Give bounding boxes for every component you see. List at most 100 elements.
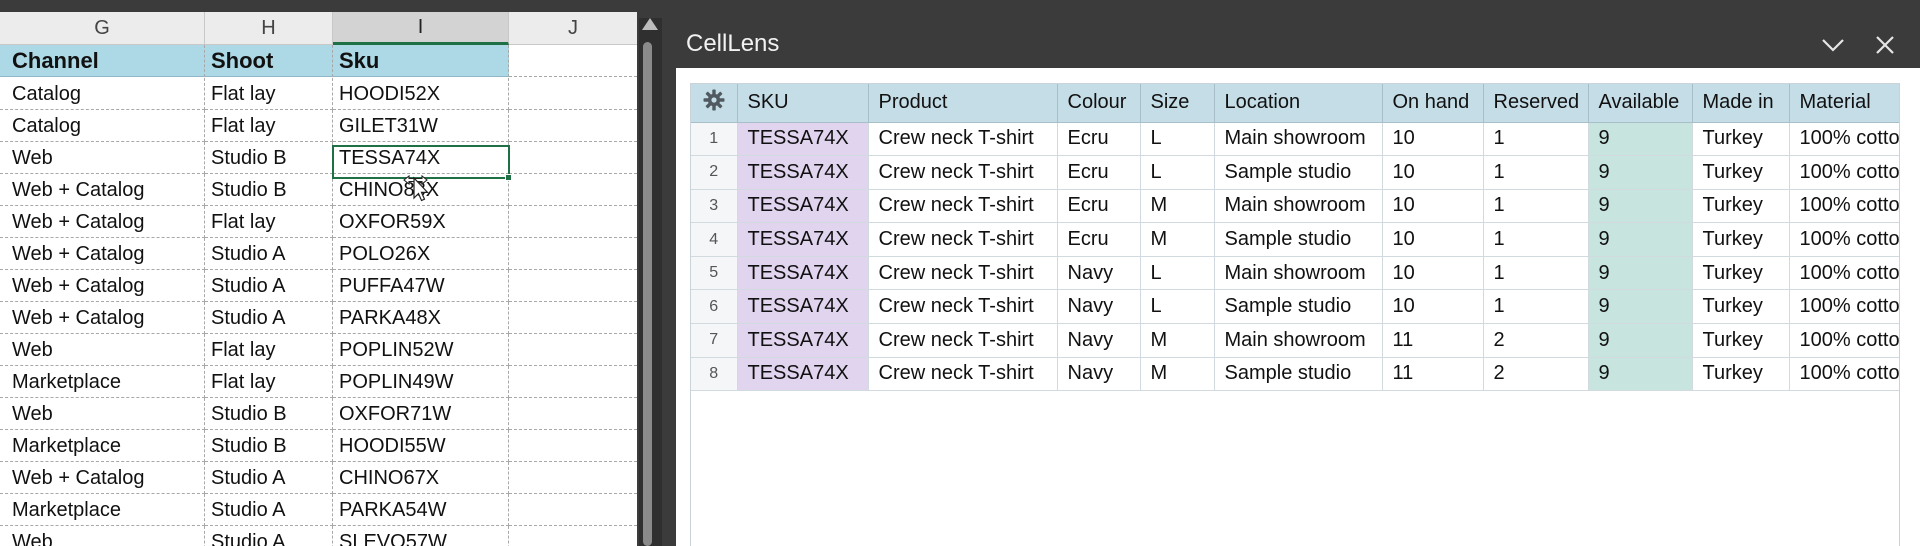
sheet-cell-channel[interactable]: Web + Catalog — [0, 206, 205, 238]
grid-cell-colour[interactable]: Navy — [1057, 357, 1141, 392]
grid-row[interactable]: 2 TESSA74X Crew neck T-shirt Ecru L Sample st… — [691, 155, 1899, 190]
sheet-cell-empty[interactable] — [509, 462, 637, 494]
sheet-cell-sku[interactable]: GILET31W — [333, 110, 509, 142]
grid-cell-size[interactable]: M — [1140, 189, 1215, 224]
sheet-cell-sku[interactable]: CHINO67X — [333, 462, 509, 494]
sheet-cell-empty[interactable] — [509, 110, 637, 142]
grid-cell-location[interactable]: Sample studio — [1214, 155, 1383, 190]
grid-row-number[interactable]: 8 — [691, 357, 738, 392]
grid-column-header-available[interactable]: Available — [1588, 84, 1693, 123]
sheet-cell-shoot[interactable]: Flat lay — [205, 78, 333, 110]
sheet-cell-channel[interactable]: Catalog — [0, 78, 205, 110]
sheet-cell-shoot[interactable]: Studio B — [205, 174, 333, 206]
grid-cell-reserved[interactable]: 1 — [1483, 222, 1589, 257]
grid-cell-material[interactable]: 100% cotto — [1789, 189, 1899, 224]
sheet-cell-sku[interactable]: POPLIN49W — [333, 366, 509, 398]
grid-cell-reserved[interactable]: 1 — [1483, 155, 1589, 190]
sheet-cell-shoot[interactable]: Studio A — [205, 270, 333, 302]
sheet-cell-shoot[interactable]: Studio A — [205, 462, 333, 494]
grid-cell-product[interactable]: Crew neck T-shirt — [868, 323, 1058, 358]
sheet-cell-channel[interactable]: Marketplace — [0, 366, 205, 398]
grid-cell-colour[interactable]: Navy — [1057, 289, 1141, 325]
header-cell-channel[interactable]: Channel — [0, 45, 205, 77]
grid-cell-made-in[interactable]: Turkey — [1692, 357, 1790, 392]
grid-cell-reserved[interactable]: 2 — [1483, 357, 1589, 392]
grid-cell-on-hand[interactable]: 10 — [1382, 222, 1484, 257]
sheet-cell-shoot[interactable]: Studio A — [205, 238, 333, 270]
grid-cell-material[interactable]: 100% cotto — [1789, 222, 1899, 257]
grid-cell-sku[interactable]: TESSA74X — [737, 323, 869, 358]
grid-cell-made-in[interactable]: Turkey — [1692, 122, 1790, 157]
grid-cell-made-in[interactable]: Turkey — [1692, 189, 1790, 224]
grid-cell-available[interactable]: 9 — [1588, 222, 1693, 257]
grid-cell-on-hand[interactable]: 10 — [1382, 189, 1484, 224]
grid-cell-on-hand[interactable]: 11 — [1382, 357, 1484, 392]
grid-cell-product[interactable]: Crew neck T-shirt — [868, 357, 1058, 392]
grid-cell-product[interactable]: Crew neck T-shirt — [868, 222, 1058, 257]
column-header-g[interactable]: G — [0, 12, 205, 45]
sheet-cell-shoot[interactable]: Studio A — [205, 302, 333, 334]
sheet-cell-empty[interactable] — [509, 142, 637, 174]
grid-cell-reserved[interactable]: 1 — [1483, 189, 1589, 224]
sheet-cell-shoot[interactable]: Flat lay — [205, 206, 333, 238]
grid-cell-made-in[interactable]: Turkey — [1692, 323, 1790, 358]
sheet-cell-channel[interactable]: Web — [0, 398, 205, 430]
sheet-cell-shoot[interactable]: Studio A — [205, 526, 333, 546]
grid-cell-location[interactable]: Sample studio — [1214, 222, 1383, 257]
grid-settings-button[interactable] — [691, 84, 738, 123]
grid-row-number[interactable]: 5 — [691, 256, 738, 291]
sheet-cell-sku[interactable]: PARKA54W — [333, 494, 509, 526]
grid-cell-sku[interactable]: TESSA74X — [737, 256, 869, 291]
header-cell-shoot[interactable]: Shoot — [205, 45, 333, 77]
grid-cell-made-in[interactable]: Turkey — [1692, 155, 1790, 190]
lens-grid-container[interactable]: SKU Product Colour Size Location On hand… — [690, 83, 1900, 546]
collapse-button[interactable] — [1818, 30, 1848, 60]
grid-cell-available[interactable]: 9 — [1588, 189, 1693, 224]
grid-cell-sku[interactable]: TESSA74X — [737, 222, 869, 257]
grid-column-header-reserved[interactable]: Reserved — [1483, 84, 1589, 123]
fill-handle[interactable] — [505, 174, 512, 181]
sheet-cell-empty[interactable] — [509, 45, 637, 77]
grid-cell-material[interactable]: 100% cotto — [1789, 323, 1899, 358]
scrollbar-thumb[interactable] — [643, 42, 652, 546]
sheet-cell-channel[interactable]: Catalog — [0, 110, 205, 142]
sheet-cell-empty[interactable] — [509, 270, 637, 302]
sheet-cell-empty[interactable] — [509, 366, 637, 398]
grid-cell-colour[interactable]: Navy — [1057, 323, 1141, 358]
grid-cell-available[interactable]: 9 — [1588, 357, 1693, 392]
grid-cell-colour[interactable]: Ecru — [1057, 122, 1141, 157]
grid-cell-size[interactable]: M — [1140, 357, 1215, 392]
grid-row-number[interactable]: 2 — [691, 155, 738, 190]
grid-column-header-sku[interactable]: SKU — [737, 84, 869, 123]
grid-cell-available[interactable]: 9 — [1588, 122, 1693, 157]
sheet-cell-shoot[interactable]: Studio B — [205, 430, 333, 462]
grid-row-number[interactable]: 3 — [691, 189, 738, 224]
close-button[interactable] — [1870, 30, 1900, 60]
sheet-cell-sku[interactable]: SLEVO57W — [333, 526, 509, 546]
sheet-cell-shoot[interactable]: Flat lay — [205, 366, 333, 398]
sheet-cell-empty[interactable] — [509, 334, 637, 366]
sheet-cell-empty[interactable] — [509, 206, 637, 238]
grid-cell-reserved[interactable]: 1 — [1483, 122, 1589, 157]
grid-cell-size[interactable]: L — [1140, 289, 1215, 325]
sheet-cell-empty[interactable] — [509, 398, 637, 430]
grid-row[interactable]: 7 TESSA74X Crew neck T-shirt Navy M Main show… — [691, 323, 1899, 358]
sheet-cell-channel[interactable]: Web + Catalog — [0, 238, 205, 270]
grid-row[interactable]: 4 TESSA74X Crew neck T-shirt Ecru M Sample st… — [691, 222, 1899, 257]
sheet-cell-channel[interactable]: Web + Catalog — [0, 462, 205, 494]
grid-cell-available[interactable]: 9 — [1588, 289, 1693, 325]
sheet-cell-shoot[interactable]: Studio A — [205, 494, 333, 526]
grid-column-header-made-in[interactable]: Made in — [1692, 84, 1790, 123]
sheet-cell-shoot[interactable]: Flat lay — [205, 334, 333, 366]
grid-cell-colour[interactable]: Ecru — [1057, 222, 1141, 257]
column-header-j[interactable]: J — [509, 12, 637, 45]
grid-cell-made-in[interactable]: Turkey — [1692, 289, 1790, 325]
grid-cell-product[interactable]: Crew neck T-shirt — [868, 155, 1058, 190]
sheet-cell-channel[interactable]: Web — [0, 334, 205, 366]
sheet-cell-empty[interactable] — [509, 430, 637, 462]
sheet-cell-empty[interactable] — [509, 302, 637, 334]
grid-cell-product[interactable]: Crew neck T-shirt — [868, 122, 1058, 157]
grid-row[interactable]: 5 TESSA74X Crew neck T-shirt Navy L Main show… — [691, 256, 1899, 291]
grid-cell-made-in[interactable]: Turkey — [1692, 222, 1790, 257]
grid-cell-size[interactable]: L — [1140, 155, 1215, 190]
